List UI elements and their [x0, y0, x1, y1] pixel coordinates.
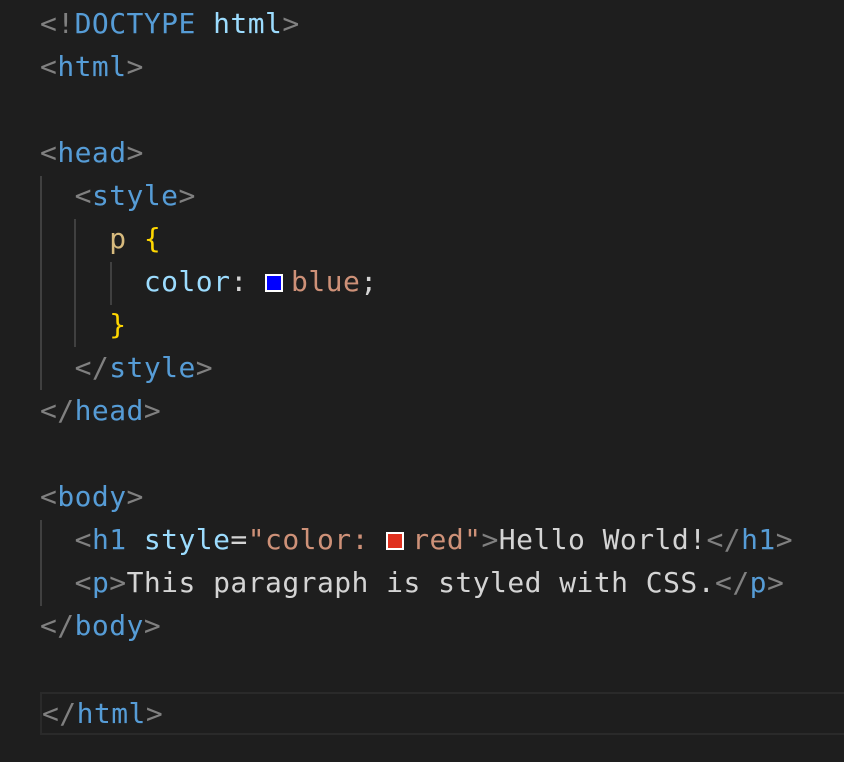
- p-text: This paragraph is styled with CSS.: [126, 566, 716, 599]
- code-line-11[interactable]: [40, 432, 844, 475]
- color-swatch-red-icon[interactable]: [386, 532, 405, 550]
- code-line-10[interactable]: </head>: [40, 389, 844, 432]
- code-line-17-current[interactable]: </html>: [40, 692, 844, 735]
- tag-close: >: [143, 609, 162, 642]
- code-line-1[interactable]: <!DOCTYPE html>: [40, 2, 844, 45]
- tag-name-head: head: [74, 394, 144, 427]
- end-tag-close: >: [775, 523, 794, 556]
- code-line-5[interactable]: <style>: [40, 174, 844, 217]
- css-semicolon: ;: [360, 265, 378, 298]
- tag-open: <: [74, 179, 92, 212]
- code-line-9[interactable]: </style>: [40, 346, 844, 389]
- code-line-3[interactable]: [40, 88, 844, 131]
- tag-close: >: [481, 523, 499, 556]
- code-line-6[interactable]: p {: [40, 217, 844, 260]
- tag-open: </: [42, 697, 77, 730]
- css-property-color: color: [143, 265, 231, 298]
- tag-close: >: [195, 351, 214, 384]
- tag-open: <: [74, 566, 92, 599]
- doctype-html: html: [213, 7, 283, 40]
- attr-value-red: red: [412, 523, 465, 556]
- code-line-2[interactable]: <html>: [40, 45, 844, 88]
- tag-name-body: body: [57, 480, 127, 513]
- tag-close: >: [178, 179, 196, 212]
- tag-open: </: [40, 394, 75, 427]
- end-tag-open: </: [706, 523, 742, 556]
- color-swatch-blue-icon[interactable]: [265, 274, 284, 292]
- tag-name-p: p: [91, 566, 110, 599]
- css-colon: :: [230, 265, 266, 298]
- doctype-keyword: DOCTYPE: [74, 7, 196, 40]
- code-line-16[interactable]: [40, 647, 844, 690]
- tag-close: >: [126, 480, 144, 513]
- end-tag-open: </: [715, 566, 750, 599]
- attr-quote-open: ": [247, 523, 266, 556]
- tag-name-style: style: [91, 179, 179, 212]
- css-value-blue: blue: [291, 265, 361, 298]
- tag-open: <: [74, 523, 92, 556]
- tag-close: >: [126, 50, 144, 83]
- tag-close: >: [109, 566, 127, 599]
- code-line-4[interactable]: <head>: [40, 131, 844, 174]
- css-brace-open: {: [143, 222, 162, 255]
- code-line-13[interactable]: <h1 style="color: red">Hello World!</h1>: [40, 518, 844, 561]
- css-brace-close: }: [109, 308, 127, 341]
- tag-name-html: html: [57, 50, 127, 83]
- tag-close: >: [126, 136, 144, 169]
- end-tag-name-h1: h1: [741, 523, 776, 556]
- tag-open: </: [74, 351, 110, 384]
- doctype-open: <!: [40, 7, 75, 40]
- attr-equals: =: [230, 523, 248, 556]
- tag-name-head: head: [57, 136, 127, 169]
- tag-open: </: [40, 609, 75, 642]
- tag-open: <: [40, 50, 58, 83]
- doctype-close: >: [282, 7, 300, 40]
- code-line-15[interactable]: </body>: [40, 604, 844, 647]
- code-line-12[interactable]: <body>: [40, 475, 844, 518]
- code-line-8[interactable]: }: [40, 303, 844, 346]
- attr-name-style: style: [143, 523, 231, 556]
- tag-close: >: [145, 697, 164, 730]
- tag-name-h1: h1: [91, 523, 127, 556]
- tag-close: >: [143, 394, 162, 427]
- end-tag-close: >: [766, 566, 785, 599]
- attr-value-text: color:: [265, 523, 387, 556]
- tag-open: <: [40, 136, 58, 169]
- tag-name-html: html: [76, 697, 146, 730]
- attr-quote-close: ": [464, 523, 482, 556]
- tag-open: <: [40, 480, 58, 513]
- tag-name-body: body: [74, 609, 144, 642]
- code-editor[interactable]: <!DOCTYPE html> <html> <head> <style> p …: [0, 0, 844, 762]
- css-selector-p: p: [109, 222, 127, 255]
- code-line-14[interactable]: <p>This paragraph is styled with CSS.</p…: [40, 561, 844, 604]
- end-tag-name-p: p: [749, 566, 767, 599]
- code-line-7[interactable]: color: blue;: [40, 260, 844, 303]
- h1-text: Hello World!: [498, 523, 707, 556]
- tag-name-style: style: [109, 351, 196, 384]
